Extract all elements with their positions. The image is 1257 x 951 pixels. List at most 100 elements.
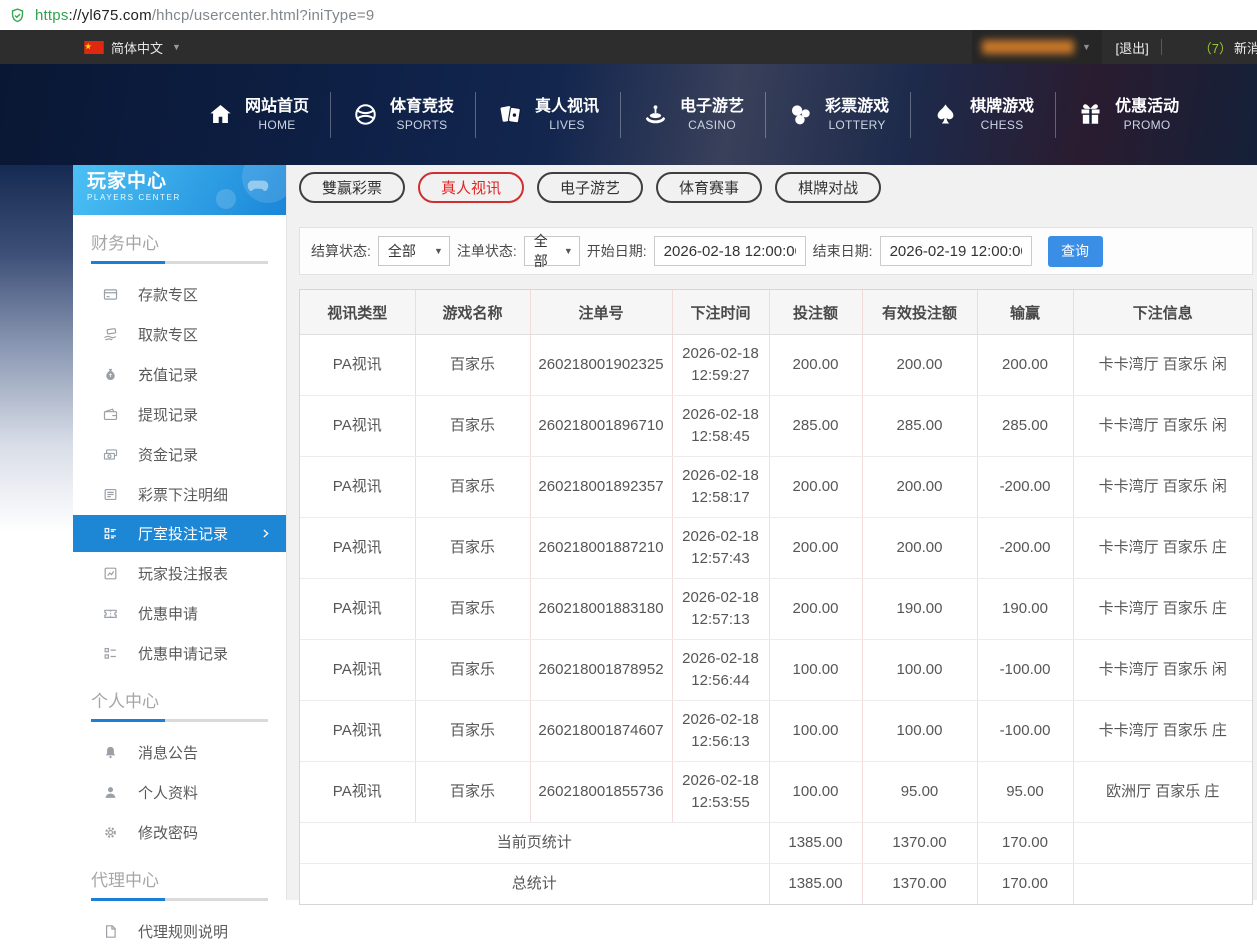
table-row: PA视讯百家乐2602180018967102026-02-18 12:58:4… (300, 396, 1252, 457)
cell-valid-amount: 100.00 (862, 640, 977, 701)
logout-link[interactable]: [退出] (1116, 38, 1149, 57)
cell-bet-info: 欧洲厅 百家乐 庄 (1073, 762, 1252, 823)
bet-records-table-wrap: 视讯类型游戏名称注单号下注时间投注额有效投注额输赢下注信息 PA视讯百家乐260… (299, 289, 1253, 905)
sidebar-section-title: 财务中心 (91, 229, 268, 254)
url-host: ://yl675.com (69, 7, 152, 24)
nav-label-zh: 棋牌游戏 (970, 97, 1034, 118)
top-account-bar: 简体中文 ▼ ▼ [退出] （7） 新消息 (0, 30, 1257, 64)
summary-valid-amount: 1370.00 (862, 823, 977, 864)
sidebar-item-change-password[interactable]: 修改密码 (73, 812, 286, 852)
table-row: PA视讯百家乐2602180018789522026-02-18 12:56:4… (300, 640, 1252, 701)
sidebar-section-title: 代理中心 (91, 866, 268, 891)
nav-item-casino[interactable]: 电子游艺CASINO (621, 97, 765, 132)
col-header-valid-amount: 有效投注额 (862, 290, 977, 335)
nav-label-en: CHESS (981, 118, 1024, 132)
cell-game-name: 百家乐 (415, 457, 530, 518)
cell-video-type: PA视讯 (300, 518, 415, 579)
nav-item-sports[interactable]: 体育竞技SPORTS (331, 97, 475, 132)
nav-label-en: LOTTERY (828, 118, 885, 132)
sidebar-item-withdrawal-records[interactable]: 提现记录 (73, 394, 286, 434)
sidebar-item-messages[interactable]: 消息公告 (73, 732, 286, 772)
settle-status-value: 全部 (388, 241, 416, 261)
cell-bet-amount: 285.00 (769, 396, 862, 457)
cell-bet-time: 2026-02-18 12:58:17 (672, 457, 769, 518)
order-status-select[interactable]: 全部 ▼ (524, 236, 580, 266)
message-count[interactable]: （7） (1199, 38, 1232, 57)
summary-win-loss: 170.00 (977, 864, 1073, 905)
filter-bar: 结算状态: 全部 ▼ 注单状态: 全部 ▼ 开始日期: 结束日期: 查询 (299, 227, 1253, 275)
sidebar-header: 玩家中心 PLAYERS CENTER (73, 165, 286, 215)
summary-row-page: 当前页统计1385.001370.00170.00 (300, 823, 1252, 864)
person-icon (102, 784, 119, 801)
username-menu[interactable]: ▼ (972, 30, 1102, 64)
sidebar-item-label: 取款专区 (138, 324, 198, 345)
nav-item-chess[interactable]: 棋牌游戏CHESS (911, 97, 1055, 132)
nav-item-promo[interactable]: 优惠活动PROMO (1056, 97, 1200, 132)
end-date-input[interactable] (880, 236, 1032, 266)
sidebar-item-hall-bet-records[interactable]: 厅室投注记录 (73, 515, 286, 552)
account-controls: ▼ [退出] （7） 新消息 (972, 30, 1257, 64)
url-scheme: https (35, 7, 69, 24)
sidebar-item-promo-apply-records[interactable]: 优惠申请记录 (73, 633, 286, 673)
summary-bet-amount: 1385.00 (769, 864, 862, 905)
main-content: 雙赢彩票真人视讯电子游艺体育赛事棋牌对战 结算状态: 全部 ▼ 注单状态: 全部… (287, 165, 1257, 900)
sidebar-item-player-bet-report[interactable]: 玩家投注报表 (73, 553, 286, 593)
divider (1161, 39, 1162, 55)
cell-win-loss: 190.00 (977, 579, 1073, 640)
cell-bet-time: 2026-02-18 12:56:13 (672, 701, 769, 762)
sidebar-item-funds-records[interactable]: 资金记录 (73, 434, 286, 474)
cell-bet-no: 260218001887210 (530, 518, 672, 579)
message-label[interactable]: 新消息 (1234, 38, 1257, 57)
sidebar-item-profile[interactable]: 个人资料 (73, 772, 286, 812)
sidebar-item-recharge-records[interactable]: 充值记录 (73, 354, 286, 394)
url-text[interactable]: https://yl675.com/hhcp/usercenter.html?i… (35, 7, 374, 24)
sidebar-item-label: 资金记录 (138, 444, 198, 465)
table-row: PA视讯百家乐2602180018557362026-02-18 12:53:5… (300, 762, 1252, 823)
cell-video-type: PA视讯 (300, 335, 415, 396)
nav-item-home[interactable]: 网站首页HOME (186, 97, 330, 132)
table-row: PA视讯百家乐2602180018746072026-02-18 12:56:1… (300, 701, 1252, 762)
grid-list-icon (102, 525, 119, 542)
settle-status-select[interactable]: 全部 ▼ (378, 236, 450, 266)
cell-valid-amount: 95.00 (862, 762, 977, 823)
sidebar-section-title: 个人中心 (91, 687, 268, 712)
language-selector[interactable]: 简体中文 ▼ (84, 38, 181, 57)
cell-win-loss: -100.00 (977, 701, 1073, 762)
summary-row-total: 总统计1385.001370.00170.00 (300, 864, 1252, 905)
cell-valid-amount: 100.00 (862, 701, 977, 762)
tab-shuangying-lottery[interactable]: 雙赢彩票 (299, 172, 405, 203)
cell-bet-time: 2026-02-18 12:58:45 (672, 396, 769, 457)
nav-item-lottery[interactable]: 彩票游戏LOTTERY (766, 97, 910, 132)
tab-live-video[interactable]: 真人视讯 (418, 172, 524, 203)
table-row: PA视讯百家乐2602180018923572026-02-18 12:58:1… (300, 457, 1252, 518)
settle-status-label: 结算状态: (311, 241, 371, 261)
notification-bell-icon[interactable] (1174, 39, 1191, 56)
cell-bet-no: 260218001874607 (530, 701, 672, 762)
list-check-icon (102, 645, 119, 662)
sidebar-item-promo-apply[interactable]: 优惠申请 (73, 593, 286, 633)
tab-electronic-games[interactable]: 电子游艺 (537, 172, 643, 203)
search-button[interactable]: 查询 (1048, 236, 1103, 267)
tab-sports-events[interactable]: 体育赛事 (656, 172, 762, 203)
browser-url-bar[interactable]: https://yl675.com/hhcp/usercenter.html?i… (0, 0, 1257, 30)
report-icon (102, 565, 119, 582)
cell-bet-info: 卡卡湾厅 百家乐 庄 (1073, 518, 1252, 579)
sidebar-item-withdraw-zone[interactable]: 取款专区 (73, 314, 286, 354)
sidebar-item-agent-rules[interactable]: 代理规则说明 (73, 911, 286, 951)
cell-bet-time: 2026-02-18 12:57:43 (672, 518, 769, 579)
hand-money-icon (102, 326, 119, 343)
cell-video-type: PA视讯 (300, 762, 415, 823)
summary-label: 总统计 (300, 864, 769, 905)
cell-bet-no: 260218001896710 (530, 396, 672, 457)
start-date-input[interactable] (654, 236, 806, 266)
cell-win-loss: -200.00 (977, 518, 1073, 579)
nav-item-lives[interactable]: 真人视讯LIVES (476, 97, 620, 132)
col-header-game-name: 游戏名称 (415, 290, 530, 335)
sidebar-item-lottery-bet-details[interactable]: 彩票下注明细 (73, 474, 286, 514)
order-status-value: 全部 (534, 231, 559, 271)
sidebar-item-deposit-zone[interactable]: 存款专区 (73, 274, 286, 314)
nav-label-zh: 体育竞技 (390, 97, 454, 118)
tab-chess-battle[interactable]: 棋牌对战 (775, 172, 881, 203)
sports-ball-icon (352, 101, 379, 128)
nav-label-en: SPORTS (397, 118, 448, 132)
